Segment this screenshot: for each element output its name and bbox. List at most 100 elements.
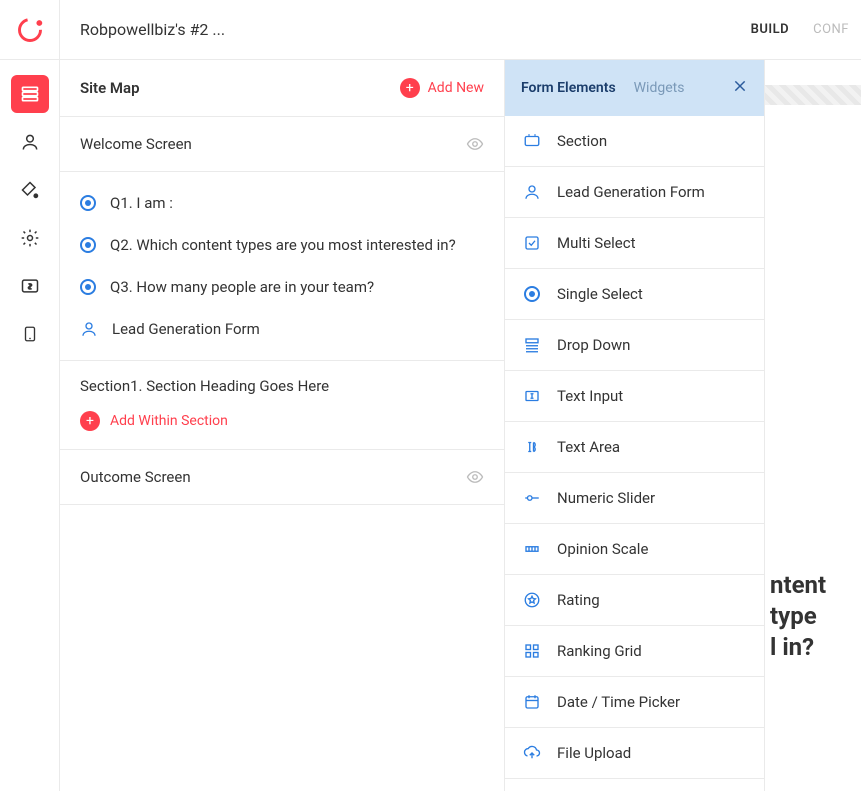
leadform-icon — [523, 183, 541, 201]
nav-build[interactable]: BUILD — [751, 22, 790, 37]
element-label: Numeric Slider — [557, 489, 655, 507]
question-label: Q1. I am : — [110, 194, 173, 212]
textarea-icon — [523, 438, 541, 456]
textinput-icon — [523, 387, 541, 405]
element-rating[interactable]: Rating — [505, 575, 764, 626]
question-row-3[interactable]: Q3. How many people are in your team? — [60, 266, 504, 308]
element-fileupload[interactable]: File Upload — [505, 728, 764, 779]
element-singleselect[interactable]: Single Select — [505, 269, 764, 320]
element-label: Lead Generation Form — [557, 183, 705, 201]
sitemap-list: Welcome Screen Q1. I am : Q2. Which cont… — [60, 117, 504, 791]
tab-form-elements[interactable]: Form Elements — [521, 80, 616, 96]
element-label: Multi Select — [557, 234, 636, 252]
element-label: Single Select — [557, 285, 643, 303]
add-new-label: Add New — [428, 80, 484, 96]
price-icon — [20, 276, 40, 296]
rankgrid-icon — [523, 642, 541, 660]
nav-conf[interactable]: CONF — [813, 22, 849, 37]
dropdown-icon — [523, 336, 541, 354]
logo[interactable] — [0, 0, 60, 60]
question-list: Q1. I am : Q2. Which content types are y… — [60, 171, 504, 360]
elements-list: Section Lead Generation Form Multi Selec… — [505, 116, 764, 791]
multiselect-icon — [523, 234, 541, 252]
gear-icon — [20, 228, 40, 248]
element-label: Text Input — [557, 387, 623, 405]
eye-icon[interactable] — [466, 135, 484, 153]
welcome-label: Welcome Screen — [80, 135, 192, 153]
element-scale[interactable]: Opinion Scale — [505, 524, 764, 575]
question-label: Q3. How many people are in your team? — [110, 278, 374, 296]
rating-icon — [523, 591, 541, 609]
element-slider[interactable]: Numeric Slider — [505, 473, 764, 524]
element-label: Date / Time Picker — [557, 693, 680, 711]
lead-form-row[interactable]: Lead Generation Form — [60, 308, 504, 350]
left-rail — [0, 60, 60, 791]
element-section[interactable]: Section — [505, 116, 764, 167]
element-label: Drop Down — [557, 336, 630, 354]
element-label: Section — [557, 132, 607, 150]
element-label: Ranking Grid — [557, 642, 642, 660]
rail-settings-button[interactable] — [11, 219, 49, 257]
sitemap-title: Site Map — [80, 79, 140, 97]
datetime-icon — [523, 693, 541, 711]
person-icon — [20, 132, 40, 152]
tab-widgets[interactable]: Widgets — [634, 80, 685, 96]
device-icon — [21, 324, 39, 344]
singleselect-icon — [80, 195, 96, 211]
add-within-section-button[interactable]: + Add Within Section — [60, 411, 504, 449]
singleselect-icon — [80, 279, 96, 295]
outcome-label: Outcome Screen — [80, 468, 191, 486]
brand-logo-icon — [16, 16, 44, 44]
element-multiselect[interactable]: Multi Select — [505, 218, 764, 269]
rail-pricing-button[interactable] — [11, 267, 49, 305]
plus-icon: + — [80, 411, 100, 431]
add-new-button[interactable]: + Add New — [400, 78, 484, 98]
element-label: Opinion Scale — [557, 540, 648, 558]
element-label: Rating — [557, 591, 600, 609]
outcome-screen-row[interactable]: Outcome Screen — [60, 450, 504, 504]
close-elements-button[interactable] — [732, 78, 748, 98]
paint-icon — [20, 180, 40, 200]
scale-icon — [523, 540, 541, 558]
section-icon — [523, 132, 541, 150]
welcome-section: Welcome Screen Q1. I am : Q2. Which cont… — [60, 117, 504, 361]
elements-header: Form Elements Widgets — [505, 60, 764, 116]
section-heading-label: Section1. Section Heading Goes Here — [80, 377, 329, 395]
section1: Section1. Section Heading Goes Here + Ad… — [60, 361, 504, 450]
rail-paint-button[interactable] — [11, 171, 49, 209]
element-label: File Upload — [557, 744, 631, 762]
form-elements-panel: Form Elements Widgets Section Lead Gener… — [505, 60, 765, 791]
element-datetime[interactable]: Date / Time Picker — [505, 677, 764, 728]
question-row-2[interactable]: Q2. Which content types are you most int… — [60, 224, 504, 266]
app-header: Robpowellbiz's #2 ... BUILD CONF — [0, 0, 861, 60]
sitemap-icon — [20, 84, 40, 104]
preview-canvas-strip — [765, 85, 861, 105]
rail-device-button[interactable] — [11, 315, 49, 353]
singleselect-icon — [524, 286, 540, 302]
sitemap-header: Site Map + Add New — [60, 60, 504, 117]
slider-icon — [523, 489, 541, 507]
element-rankgrid[interactable]: Ranking Grid — [505, 626, 764, 677]
element-textinput[interactable]: Text Input — [505, 371, 764, 422]
project-title: Robpowellbiz's #2 ... — [60, 20, 751, 39]
close-icon — [732, 78, 748, 94]
add-within-label: Add Within Section — [110, 413, 228, 429]
question-label: Q2. Which content types are you most int… — [110, 236, 456, 254]
element-textarea[interactable]: Text Area — [505, 422, 764, 473]
element-leadform[interactable]: Lead Generation Form — [505, 167, 764, 218]
fileupload-icon — [523, 744, 541, 762]
preview-question-text: ntent type l in? — [770, 570, 861, 664]
header-nav: BUILD CONF — [751, 22, 861, 37]
section-heading-row[interactable]: Section1. Section Heading Goes Here — [60, 361, 504, 411]
outcome-section: Outcome Screen — [60, 450, 504, 505]
element-dropdown[interactable]: Drop Down — [505, 320, 764, 371]
plus-icon: + — [400, 78, 420, 98]
rail-sitemap-button[interactable] — [11, 75, 49, 113]
singleselect-icon — [80, 237, 96, 253]
question-row-1[interactable]: Q1. I am : — [60, 182, 504, 224]
sitemap-panel: Site Map + Add New Welcome Screen Q1. I … — [60, 60, 505, 791]
eye-icon[interactable] — [466, 468, 484, 486]
leadform-icon — [80, 320, 98, 338]
rail-person-button[interactable] — [11, 123, 49, 161]
welcome-screen-row[interactable]: Welcome Screen — [60, 117, 504, 171]
